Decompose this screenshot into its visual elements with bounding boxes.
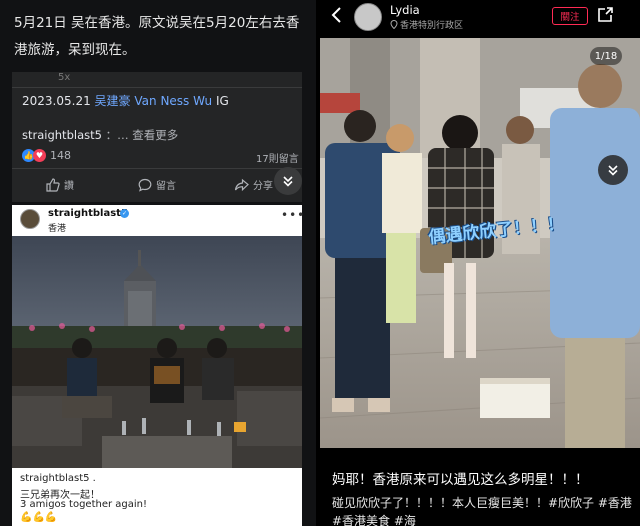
post-body: 碰见欣欣子了！！！！本人巨瘦巨美！！#欣欣子 #香港 #香港美食 #海 <box>332 496 632 526</box>
divider <box>12 87 302 88</box>
chevron-left-icon <box>331 7 341 23</box>
like-button[interactable]: 讚 <box>46 177 74 192</box>
share-arrow-icon <box>234 178 249 191</box>
thumbs-up-icon <box>46 177 60 192</box>
tagged-person-link[interactable]: 吴建豪 <box>95 94 131 108</box>
more-options-icon[interactable]: ••• <box>281 208 305 222</box>
location-pin-icon <box>390 20 398 29</box>
comment-count[interactable]: 17則留言 <box>256 150 299 165</box>
reaction-count: 148 <box>50 149 71 162</box>
rooftop-photo-illustration <box>12 236 302 468</box>
separator: ：… <box>105 128 129 142</box>
comment-bubble-icon <box>138 178 152 192</box>
location-text: 香港特別行政区 <box>400 21 464 31</box>
street-photo[interactable] <box>320 38 640 448</box>
fb-post-dateline: 2023.05.21 吴建豪 Van Ness Wu IG <box>22 92 229 109</box>
street-photo-illustration <box>320 38 640 448</box>
cropped-text-fragment: 5x <box>58 72 71 83</box>
rooftop-bar-photo <box>12 236 302 468</box>
share-button[interactable]: 分享 <box>234 177 273 192</box>
double-chevron-down-icon <box>283 176 293 187</box>
share-button[interactable] <box>596 6 614 28</box>
ig-caption-username[interactable]: straightblast5 . <box>20 473 96 484</box>
expand-chevron-button[interactable] <box>274 167 302 195</box>
verified-badge-icon: ✓ <box>120 209 129 218</box>
author-avatar[interactable] <box>354 3 382 31</box>
author-name[interactable]: Lydia <box>390 3 420 17</box>
ig-username[interactable]: straightblast5 <box>48 208 128 219</box>
share-icon <box>598 7 613 22</box>
share-label: 分享 <box>253 181 273 192</box>
double-chevron-down-icon <box>608 165 618 176</box>
post-date: 2023.05.21 <box>22 94 91 108</box>
tag-suffix: IG <box>216 94 229 108</box>
fb-comment-line: straightblast5 ：… 查看更多 <box>22 127 178 143</box>
post-title: 妈耶！香港原来可以遇见这么多明星！！！ <box>332 472 589 488</box>
love-reaction-icon: ♥ <box>33 149 46 162</box>
see-more-link[interactable]: 查看更多 <box>132 128 178 142</box>
back-button[interactable] <box>330 6 342 29</box>
expand-chevron-button[interactable] <box>598 155 628 185</box>
ig-avatar[interactable] <box>20 209 40 229</box>
author-location: 香港特別行政区 <box>390 18 463 31</box>
reactions-summary[interactable]: 👍 ♥ 148 <box>22 149 71 162</box>
comment-button[interactable]: 留言 <box>138 177 176 192</box>
fb-username[interactable]: straightblast5 <box>22 128 102 142</box>
like-label: 讚 <box>64 181 74 192</box>
ig-location[interactable]: 香港 <box>48 221 66 234</box>
tagged-person-en-link[interactable]: Van Ness Wu <box>134 94 212 108</box>
image-counter: 1/18 <box>590 47 622 65</box>
ig-caption-line-2: 3 amigos together again! <box>20 499 148 510</box>
ig-caption-line-3: 💪💪💪 <box>20 512 58 523</box>
follow-button[interactable]: 關注 <box>552 7 588 25</box>
comment-label: 留言 <box>156 181 176 192</box>
post-caption: 5月21日 吴在香港。原文说吴在5月20左右去香港旅游，呆到现在。 <box>14 15 300 58</box>
